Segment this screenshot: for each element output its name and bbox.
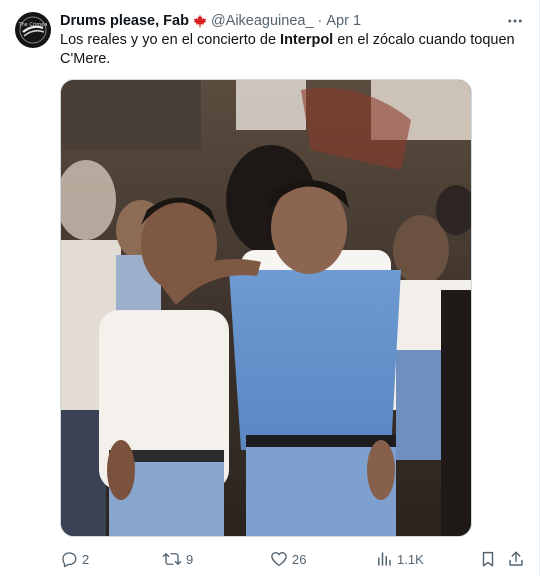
author-handle[interactable]: @Aikeaguinea_ xyxy=(211,13,314,29)
reply-count: 2 xyxy=(82,551,90,567)
like-count: 26 xyxy=(292,551,307,567)
more-horizontal-icon[interactable] xyxy=(505,11,525,31)
tweet-card: The Crimea Drums please, Fab @Aikeaguine… xyxy=(0,0,540,576)
views-chart-icon xyxy=(378,552,391,566)
share-icon xyxy=(509,551,523,566)
tweet-date[interactable]: Apr 1 xyxy=(326,13,361,29)
tweet-photo[interactable] xyxy=(60,79,472,537)
tweet-text-part1: Los reales y yo en el concierto de xyxy=(60,32,281,48)
maple-leaf-icon xyxy=(193,14,207,28)
tweet-actions: 2 9 26 1.1K xyxy=(60,548,526,570)
concert-photo-image xyxy=(61,80,471,536)
like-button[interactable]: 26 xyxy=(270,548,306,570)
bookmark-icon xyxy=(482,551,494,567)
retweet-button[interactable]: 9 xyxy=(162,548,193,570)
reply-icon xyxy=(62,552,77,568)
retweet-icon xyxy=(162,553,182,565)
avatar[interactable]: The Crimea xyxy=(15,12,51,48)
heart-icon xyxy=(271,552,287,567)
tweet-text-bold: Interpol xyxy=(280,32,334,48)
bookmark-button[interactable] xyxy=(479,548,501,570)
avatar-logo-icon: The Crimea xyxy=(16,13,50,47)
separator-dot: · xyxy=(317,13,323,29)
avatar-text: The Crimea xyxy=(18,22,48,28)
views-button[interactable]: 1.1K xyxy=(375,548,424,570)
tweet-header: Drums please, Fab @Aikeaguinea_ · Apr 1 xyxy=(60,11,361,31)
views-count: 1.1K xyxy=(397,551,424,567)
share-button[interactable] xyxy=(507,548,529,570)
retweet-count: 9 xyxy=(186,551,194,567)
reply-button[interactable]: 2 xyxy=(60,548,89,570)
author-name[interactable]: Drums please, Fab xyxy=(60,13,189,29)
tweet-text: Los reales y yo en el concierto de Inter… xyxy=(60,31,515,69)
